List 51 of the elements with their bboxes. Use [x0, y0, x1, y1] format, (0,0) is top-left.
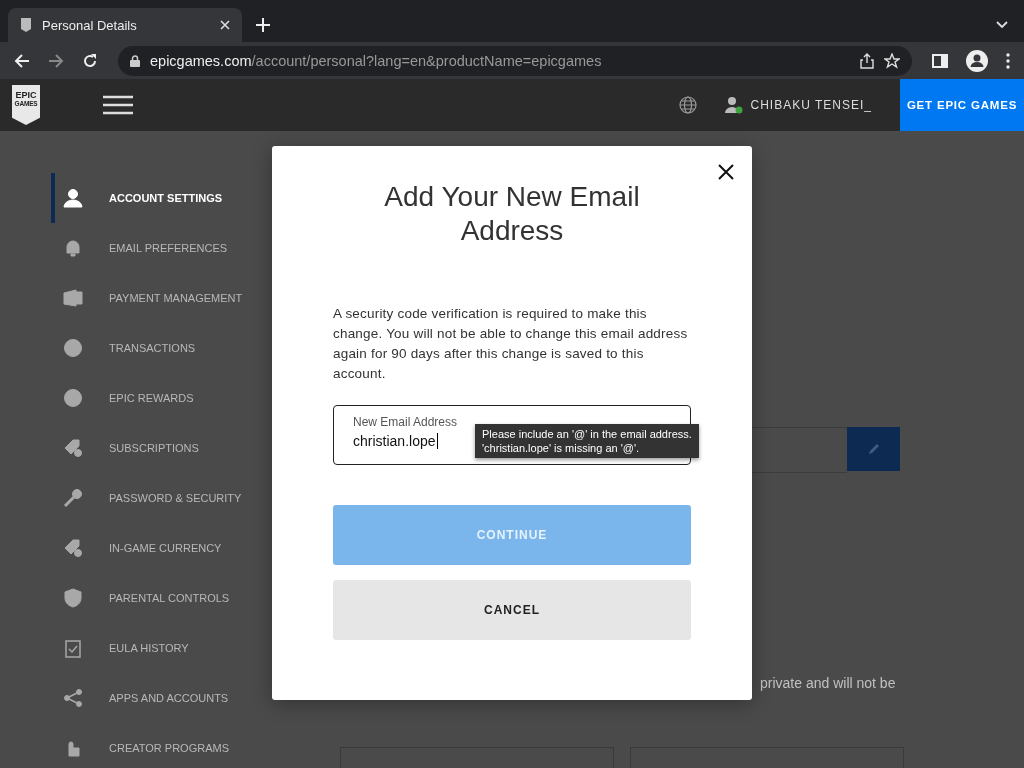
wallet-icon	[63, 288, 83, 308]
shield-icon	[20, 18, 32, 32]
address-bar[interactable]: epicgames.com/account/personal?lang=en&productName=epicgames	[118, 45, 912, 76]
get-epic-games-button[interactable]: GET EPIC GAMES	[900, 79, 1024, 131]
dialog-message: A security code verification is required to make this change. You will not be able to change this email address again for 90 days after this change is saved to this account.	[333, 305, 689, 383]
share-icon[interactable]	[860, 52, 874, 69]
sidebar-item[interactable]: APPS AND ACCOUNTS	[51, 673, 260, 723]
reload-icon[interactable]	[82, 52, 98, 69]
validation-tooltip: Please include an '@' in the email address. 'christian.lope' is missing an '@'.	[475, 424, 699, 458]
star-icon[interactable]	[884, 52, 900, 69]
close-icon[interactable]	[718, 164, 734, 180]
sidebar-item[interactable]: PAYMENT MANAGEMENT	[51, 273, 260, 323]
sidebar-item[interactable]: SUBSCRIPTIONS	[51, 423, 260, 473]
pencil-icon	[866, 442, 881, 456]
privacy-note: private and will not be	[760, 675, 897, 691]
globe-icon[interactable]	[678, 96, 697, 114]
cancel-button[interactable]: CANCEL	[333, 580, 691, 640]
menu-icon[interactable]	[103, 95, 133, 115]
sidebar-item[interactable]: IN-GAME CURRENCY	[51, 523, 260, 573]
side-panel-icon[interactable]	[932, 53, 948, 68]
tag-icon	[63, 538, 83, 558]
field-label: New Email Address	[353, 415, 458, 429]
url-text: epicgames.com/account/personal?lang=en&productName=epicgames	[150, 52, 602, 69]
username[interactable]: CHIBAKU TENSEI_	[750, 98, 872, 112]
sidebar-item[interactable]: PARENTAL CONTROLS	[51, 573, 260, 623]
sidebar-item[interactable]: EMAIL PREFERENCES	[51, 223, 260, 273]
new-tab-icon[interactable]	[256, 18, 270, 32]
key-icon	[63, 488, 83, 508]
bell-icon	[63, 238, 83, 258]
shield-icon	[63, 588, 83, 608]
field-value: christian.lope	[353, 433, 438, 449]
profile-icon[interactable]	[966, 49, 988, 72]
user-icon	[724, 96, 743, 114]
clipboard-icon	[63, 638, 83, 658]
share-icon	[63, 688, 83, 708]
sidebar-item[interactable]: ACCOUNT SETTINGS	[51, 173, 260, 223]
person-icon	[63, 188, 83, 208]
forward-icon[interactable]	[48, 52, 64, 69]
chevron-down-icon[interactable]	[996, 21, 1008, 29]
sidebar-item[interactable]: PASSWORD & SECURITY	[51, 473, 260, 523]
menu-icon[interactable]	[1006, 52, 1010, 69]
sidebar-item[interactable]: EULA HISTORY	[51, 623, 260, 673]
tab-title: Personal Details	[42, 17, 138, 33]
back-icon[interactable]	[14, 52, 30, 69]
lock-icon	[130, 54, 140, 67]
sidebar-item[interactable]: CREATOR PROGRAMS	[51, 723, 260, 768]
sidebar-item[interactable]: TRANSACTIONS	[51, 323, 260, 373]
dialog-title: Add Your New Email Address	[383, 180, 641, 248]
sidebar-item[interactable]: EPIC REWARDS	[51, 373, 260, 423]
browser-tab[interactable]: Personal Details	[8, 8, 242, 42]
tag-icon	[63, 438, 83, 458]
